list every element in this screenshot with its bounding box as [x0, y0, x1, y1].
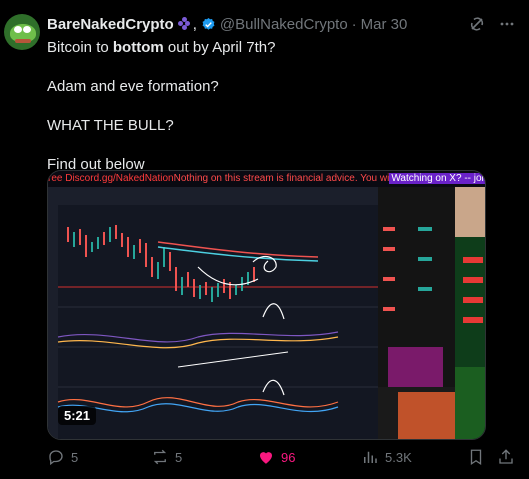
like-count: 96	[281, 449, 296, 465]
share-icon	[499, 449, 513, 464]
like-icon	[260, 452, 272, 464]
verified-icon	[202, 17, 215, 30]
reply-count: 5	[71, 449, 79, 465]
timestamp[interactable]: Mar 30	[361, 16, 408, 33]
name-comma: ,	[192, 15, 197, 33]
trading-chart	[48, 187, 378, 439]
view-count: 5.3K	[385, 449, 412, 465]
handle[interactable]: @BullNakedCrypto	[220, 16, 348, 33]
views-icon	[364, 451, 377, 463]
display-name[interactable]: BareNakedCrypto	[47, 16, 174, 33]
video-player[interactable]: ree Discord.gg/NakedNationNothing on thi…	[47, 170, 486, 440]
bookmark-icon	[470, 449, 482, 466]
tweet-text: Bitcoin to bottom out by April 7th? Adam…	[47, 38, 507, 175]
reply-button[interactable]: 5	[47, 448, 78, 466]
reply-icon	[49, 450, 63, 466]
tweet-header: BareNakedCrypto , @BullNakedCrypto · Mar…	[47, 14, 407, 34]
tweet-line-2: Adam and eve formation?	[47, 78, 219, 95]
like-button[interactable]: 96	[257, 448, 295, 466]
views-button[interactable]: 5.3K	[361, 448, 412, 466]
repost-count: 5	[175, 449, 183, 465]
share-button[interactable]	[497, 448, 515, 466]
tweet-line-1: Bitcoin to bottom out by April 7th?	[47, 39, 276, 56]
grok-icon[interactable]	[469, 16, 485, 36]
video-duration: 5:21	[58, 406, 97, 425]
avatar[interactable]	[4, 14, 40, 50]
repost-button[interactable]: 5	[151, 448, 182, 466]
positions-panel	[455, 187, 485, 439]
repost-icon	[153, 449, 167, 465]
separator-dot: ·	[351, 15, 357, 33]
watchlist-panel	[378, 187, 455, 439]
more-icon[interactable]	[499, 16, 515, 36]
tweet-line-3: WHAT THE BULL?	[47, 117, 174, 134]
action-bar: 5 5 96 5.3K	[47, 448, 517, 468]
grape-icon	[177, 17, 192, 31]
stream-ticker: ree Discord.gg/NakedNationNothing on thi…	[48, 171, 485, 187]
bookmark-button[interactable]	[467, 448, 485, 466]
